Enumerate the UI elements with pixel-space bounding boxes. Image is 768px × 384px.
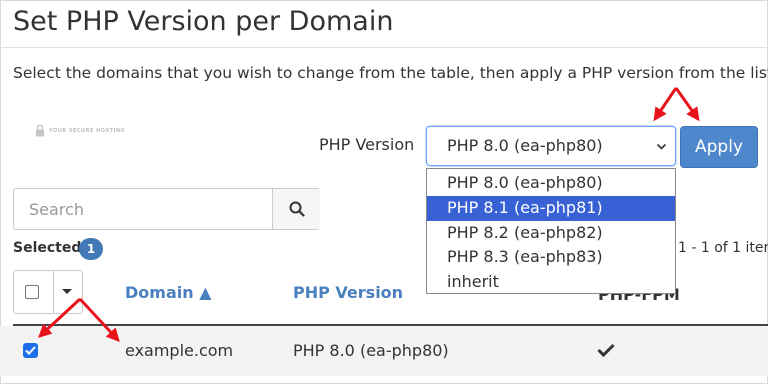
checkmark-icon (25, 346, 36, 355)
php-option[interactable]: inherit (427, 270, 675, 295)
caret-down-icon[interactable] (62, 289, 72, 294)
search-icon (289, 201, 305, 217)
select-all-divider (53, 271, 54, 313)
search-box (13, 188, 320, 230)
select-all-checkbox[interactable] (25, 285, 39, 299)
row-checkbox[interactable] (23, 343, 38, 358)
selected-count-badge[interactable]: 1 (79, 238, 103, 260)
column-header-domain[interactable]: Domain ▲ (125, 283, 212, 302)
intro-text: Select the domains that you wish to chan… (13, 64, 768, 82)
search-input[interactable] (14, 189, 272, 229)
chevron-down-icon (656, 143, 667, 150)
page-title: Set PHP Version per Domain (13, 6, 394, 37)
php-option[interactable]: PHP 8.2 (ea-php82) (427, 221, 675, 246)
row-domain: example.com (125, 341, 234, 360)
php-version-label: PHP Version (319, 135, 415, 154)
php-version-select-value: PHP 8.0 (ea-php80) (447, 136, 603, 155)
column-header-php-version[interactable]: PHP Version (293, 283, 403, 302)
select-all-control (13, 270, 83, 314)
php-version-dropdown: PHP 8.0 (ea-php80) PHP 8.1 (ea-php81) PH… (426, 168, 676, 294)
logo-text: YOUR SECURE HOSTING (49, 127, 126, 134)
pagination-info: 1 - 1 of 1 items (678, 240, 768, 256)
selected-label: Selected (13, 240, 82, 256)
php-option[interactable]: PHP 8.0 (ea-php80) (427, 171, 675, 196)
apply-button[interactable]: Apply (680, 126, 758, 168)
php-option-highlighted[interactable]: PHP 8.1 (ea-php81) (427, 195, 675, 221)
lock-icon (36, 124, 44, 137)
brand-logo: YOUR SECURE HOSTING (35, 124, 125, 137)
check-icon (597, 343, 615, 357)
search-button[interactable] (272, 189, 320, 229)
title-divider (0, 47, 768, 48)
php-option[interactable]: PHP 8.3 (ea-php83) (427, 245, 675, 270)
row-php-version: PHP 8.0 (ea-php80) (293, 341, 449, 360)
php-version-select[interactable]: PHP 8.0 (ea-php80) (426, 126, 676, 166)
